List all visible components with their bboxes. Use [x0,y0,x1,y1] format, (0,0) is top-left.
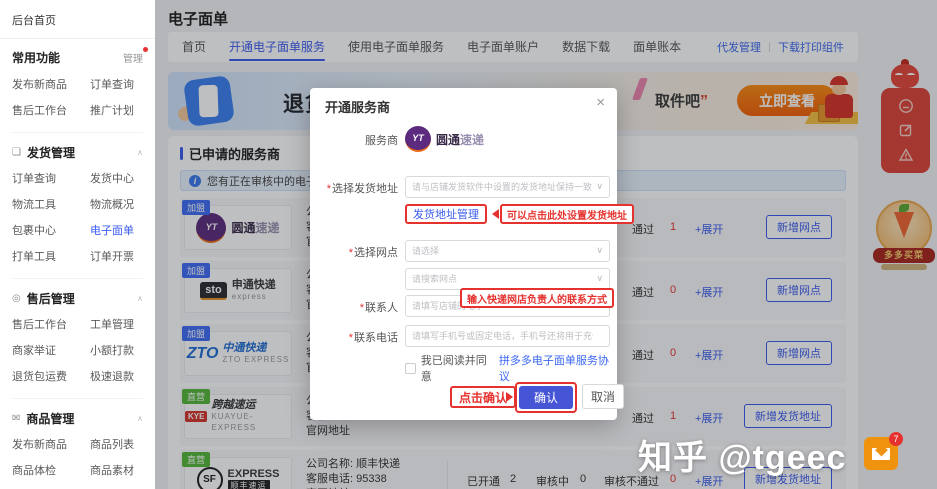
sidebar-item[interactable]: 物流工具 [12,192,90,218]
sidebar-item[interactable]: 评价管理 [12,484,90,489]
sidebar-item[interactable]: 退货包运费 [12,364,90,390]
yto-logo: YT [405,126,431,152]
outlet-input[interactable] [406,241,609,261]
chevron-up-icon[interactable]: ∧ [137,414,143,423]
sidebar-item[interactable]: 发货中心 [90,166,155,192]
chevron-down-icon: ∨ [596,181,603,192]
shipping-section-icon: ❏ [12,147,21,158]
merchant-backend-page: 后台首页 常用功能 管理 发布新商品 订单查询 售后工作台 推广计划 ❏ 发货管… [0,0,937,489]
sidebar-item[interactable]: 订单开票 [90,244,155,270]
confirm-button[interactable]: 确认 [519,386,573,409]
sidebar-item[interactable]: 订单查询 [12,166,90,192]
goods-section-icon: ✉ [12,413,20,424]
outlet-select[interactable]: ∨ [405,240,610,262]
sidebar-item[interactable]: 售后工作台 [12,312,90,338]
sidebar: 后台首页 常用功能 管理 发布新商品 订单查询 售后工作台 推广计划 ❏ 发货管… [0,0,155,489]
phone-input[interactable] [406,326,609,346]
provider-field-label: 服务商 [318,132,398,148]
sidebar-item[interactable]: 发布新商品 [12,72,90,98]
watermark: 知乎 @tgeec [638,430,846,479]
sidebar-item[interactable]: 极速退款 [90,364,155,390]
phone-field-label: *联系电话 [318,329,398,345]
sidebar-item[interactable]: 商品工具 [90,484,155,489]
aftersale-section-icon: ◎ [12,293,21,304]
agreement-checkbox[interactable] [405,363,416,374]
address-annotation: 可以点击此处设置发货地址 [500,204,634,224]
annotation-arrow-right [506,392,513,402]
modal-title: 开通服务商 [325,97,390,116]
phone-field[interactable] [405,325,610,347]
sidebar-section-title[interactable]: 售后管理 [27,290,75,307]
sidebar-item[interactable]: 商家举证 [12,338,90,364]
open-provider-modal: 开通服务商 × 服务商 YT 圆通速递 *选择发货地址 ∨ 发货地址管理 可以点… [310,88,617,420]
sidebar-item[interactable]: 推广计划 [90,98,155,124]
outlet-field-label: *选择网点 [318,244,398,260]
sidebar-item[interactable]: 商品素材 [90,458,155,484]
sidebar-item[interactable]: 打单工具 [12,244,90,270]
agreement-link[interactable]: 拼多多电子面单服务协议 [499,352,617,384]
confirm-highlight-box: 确认 [515,382,577,413]
sidebar-item[interactable]: 物流概况 [90,192,155,218]
sidebar-item[interactable]: 小额打款 [90,338,155,364]
message-envelope-button[interactable]: 7 [864,437,898,470]
outlet-search-select[interactable]: ∨ [405,268,610,290]
sidebar-item[interactable]: 包裹中心 [12,218,90,244]
sidebar-quick-title: 常用功能 [12,49,60,66]
address-field-label: *选择发货地址 [318,180,398,196]
ship-address-manage-button[interactable]: 发货地址管理 [405,204,487,224]
chevron-down-icon: ∨ [596,273,603,284]
close-icon[interactable]: × [596,95,605,110]
ship-address-select[interactable]: ∨ [405,176,610,198]
outlet-search-input[interactable] [406,269,609,289]
sidebar-item[interactable]: 商品列表 [90,432,155,458]
cancel-button[interactable]: 取消 [582,384,624,409]
sidebar-item-home[interactable]: 后台首页 [0,10,155,39]
chevron-up-icon[interactable]: ∧ [137,148,143,157]
sidebar-item[interactable]: 发布新商品 [12,432,90,458]
chevron-up-icon[interactable]: ∧ [137,294,143,303]
notification-dot [143,47,148,52]
contact-field-label: *联系人 [318,299,398,315]
contact-annotation: 输入快递网店负责人的联系方式 [460,288,614,308]
sidebar-section-title[interactable]: 发货管理 [27,144,75,161]
sidebar-item[interactable]: 售后工作台 [12,98,90,124]
ship-address-input[interactable] [406,177,609,197]
sidebar-item[interactable]: 工单管理 [90,312,155,338]
sidebar-item[interactable]: 订单查询 [90,72,155,98]
sidebar-manage-link[interactable]: 管理 [123,50,143,65]
sidebar-item-electronic-waybill[interactable]: 电子面单 [90,218,155,244]
envelope-badge: 7 [889,432,903,446]
envelope-icon [872,448,890,460]
provider-value: YT 圆通速递 [405,126,484,152]
annotation-arrow-left [492,209,499,219]
sidebar-item[interactable]: 商品体检 [12,458,90,484]
chevron-down-icon: ∨ [596,245,603,256]
agreement-row: 我已阅读并同意 拼多多电子面单服务协议 [405,352,617,384]
sidebar-section-title[interactable]: 商品管理 [26,410,74,427]
